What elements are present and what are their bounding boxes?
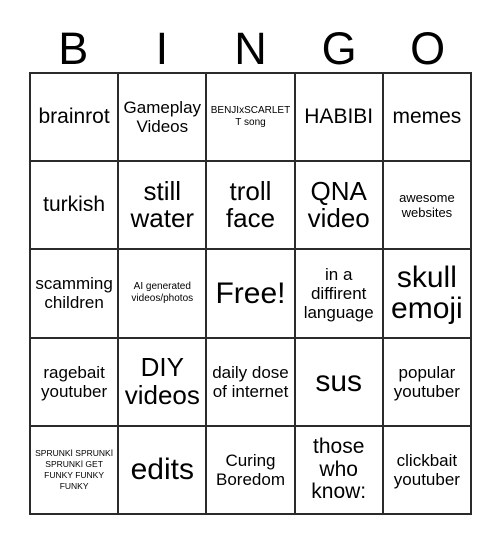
bingo-cell-label: popular youtuber [393,362,460,401]
bingo-cell-label: awesome websites [399,189,455,221]
bingo-cell-b4[interactable]: ragebait youtuber [31,338,120,427]
bingo-cell-label: clickbait youtuber [393,450,460,489]
bingo-header-row: B I N G O [29,14,472,72]
bingo-cell-label: Free! [215,276,286,310]
bingo-cell-label: skull emoji [391,261,463,326]
bingo-cell-g2[interactable]: QNA video [295,162,384,251]
bingo-cell-label: HABIBI [304,104,374,128]
bingo-cell-o5[interactable]: clickbait youtuber [383,426,472,515]
bingo-cell-b1[interactable]: brainrot [31,74,120,163]
bingo-cell-label: SPRUNKİ SPRUNKİ SPRUNKİ GET FUNKY FUNKY … [35,448,114,491]
bingo-cell-i3[interactable]: AI generated videos/photos [119,250,208,339]
bingo-cell-n2[interactable]: troll face [207,162,296,251]
bingo-cell-label: daily dose of internet [212,362,289,401]
bingo-cell-label: sus [315,365,363,399]
bingo-cell-g5[interactable]: those who know: [295,426,384,515]
bingo-cell-n1[interactable]: BENJIxSCARLETT song [207,74,296,163]
bingo-cell-label: those who know: [311,434,367,504]
bingo-cell-o1[interactable]: memes [383,74,472,163]
bingo-cell-n5[interactable]: Curing Boredom [207,426,296,515]
bingo-card: B I N G O brainrot Gameplay Videos BENJI… [0,0,500,544]
bingo-cell-g1[interactable]: HABIBI [295,74,384,163]
bingo-cell-label: DIY videos [124,352,200,410]
bingo-cell-n4[interactable]: daily dose of internet [207,338,296,427]
bingo-cell-g3[interactable]: in a diffirent language [295,250,384,339]
bingo-header-letter-i: I [155,23,169,74]
bingo-header-letter-g: G [321,23,357,74]
bingo-cell-label: edits [130,453,194,487]
bingo-cell-label: troll face [225,175,276,234]
bingo-cell-n3-free[interactable]: Free! [207,250,296,339]
bingo-cell-label: Gameplay Videos [123,98,202,137]
bingo-cell-b3[interactable]: scamming children [31,250,120,339]
bingo-cell-g4[interactable]: sus [295,338,384,427]
bingo-header-letter-n: N [234,23,267,74]
bingo-cell-label: brainrot [38,104,110,128]
bingo-cell-i1[interactable]: Gameplay Videos [119,74,208,163]
bingo-cell-label: Curing Boredom [216,450,285,489]
bingo-grid: brainrot Gameplay Videos BENJIxSCARLETT … [29,72,472,515]
bingo-cell-label: BENJIxSCARLETT song [210,105,291,129]
bingo-cell-i5[interactable]: edits [119,426,208,515]
bingo-cell-label: ragebait youtuber [41,362,108,401]
bingo-cell-label: QNA video [307,175,370,234]
bingo-header-letter-b: B [58,23,89,74]
bingo-cell-label: in a diffirent language [303,264,374,322]
bingo-cell-label: turkish [43,192,106,216]
bingo-cell-o4[interactable]: popular youtuber [383,338,472,427]
bingo-cell-label: still water [130,175,195,234]
bingo-cell-label: memes [392,104,462,128]
bingo-header-letter-o: O [410,23,446,74]
bingo-cell-i4[interactable]: DIY videos [119,338,208,427]
bingo-cell-label: AI generated videos/photos [131,281,194,305]
bingo-cell-label: scamming children [35,274,113,313]
bingo-cell-b5[interactable]: SPRUNKİ SPRUNKİ SPRUNKİ GET FUNKY FUNKY … [31,426,120,515]
bingo-cell-o3[interactable]: skull emoji [383,250,472,339]
bingo-cell-b2[interactable]: turkish [31,162,120,251]
bingo-cell-o2[interactable]: awesome websites [383,162,472,251]
bingo-cell-i2[interactable]: still water [119,162,208,251]
